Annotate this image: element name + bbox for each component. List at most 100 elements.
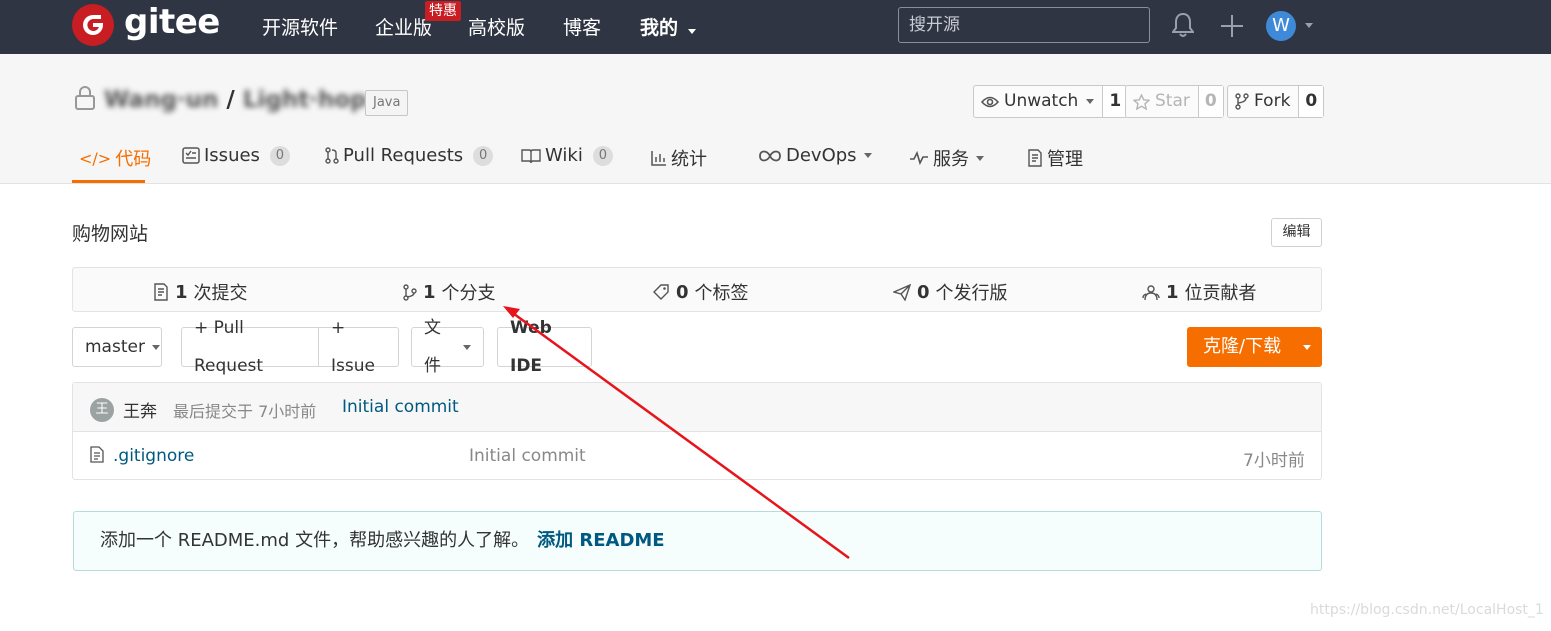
chevron-down-icon[interactable] bbox=[1305, 23, 1313, 28]
tab-pull-requests-count: 0 bbox=[473, 145, 494, 166]
fork-count[interactable]: 0 bbox=[1298, 86, 1324, 117]
tab-manage-label: 管理 bbox=[1047, 149, 1083, 170]
commit-message-link[interactable]: Initial commit bbox=[342, 397, 459, 417]
watch-label: Unwatch bbox=[1004, 91, 1079, 111]
gitee-logo-icon[interactable] bbox=[72, 4, 114, 46]
clone-download-label: 克隆/下载 bbox=[1203, 336, 1282, 357]
chevron-down-icon bbox=[1302, 344, 1311, 350]
nav-blog[interactable]: 博客 bbox=[563, 13, 601, 40]
file-menu-label: 文件 bbox=[424, 318, 441, 376]
tab-devops[interactable]: DevOps bbox=[758, 145, 872, 166]
star-label: Star bbox=[1155, 91, 1190, 111]
stat-commits[interactable]: 1 次提交 bbox=[153, 279, 248, 305]
web-ide-button[interactable]: Web IDE bbox=[497, 318, 592, 376]
tag-icon bbox=[653, 283, 669, 300]
plus-icon[interactable] bbox=[1220, 14, 1244, 42]
pull-request-icon bbox=[325, 147, 339, 164]
repo-name[interactable]: Light·hop bbox=[243, 87, 367, 113]
tab-issues-label: Issues bbox=[204, 145, 260, 166]
clone-download-button[interactable]: 克隆/下载 bbox=[1187, 327, 1322, 367]
stat-commits-label: 次提交 bbox=[193, 283, 248, 304]
promo-badge: 特惠 bbox=[425, 1, 461, 21]
add-readme-link[interactable]: 添加 README bbox=[537, 530, 665, 551]
bell-icon[interactable] bbox=[1171, 12, 1195, 42]
branch-selector[interactable]: master bbox=[72, 327, 162, 367]
commit-author[interactable]: 王奔 bbox=[123, 397, 157, 422]
nav-education[interactable]: 高校版 bbox=[468, 13, 525, 40]
watch-count[interactable]: 1 bbox=[1102, 86, 1128, 117]
fork-button[interactable]: Fork 0 bbox=[1227, 85, 1325, 118]
watermark: https://blog.csdn.net/LocalHost_1 bbox=[1310, 602, 1544, 618]
tab-manage[interactable]: 管理 bbox=[1027, 145, 1083, 171]
tab-devops-label: DevOps bbox=[786, 145, 857, 166]
chevron-down-icon bbox=[863, 153, 872, 158]
tab-pull-requests[interactable]: Pull Requests 0 bbox=[325, 145, 494, 166]
last-commit-row: 王 王奔 最后提交于 7小时前 Initial commit bbox=[73, 383, 1321, 432]
stat-contributors[interactable]: 1 位贡献者 bbox=[1142, 279, 1257, 305]
file-menu-button[interactable]: 文件 bbox=[411, 318, 484, 376]
file-updated-time: 7小时前 bbox=[1243, 451, 1305, 471]
tab-services[interactable]: 服务 bbox=[909, 145, 984, 171]
nav-mine-label: 我的 bbox=[640, 17, 679, 39]
chevron-down-icon bbox=[151, 344, 160, 350]
infinity-icon bbox=[759, 150, 781, 161]
nav-mine[interactable]: 我的 bbox=[640, 13, 696, 40]
users-icon bbox=[1142, 284, 1160, 300]
logo-text[interactable]: gitee bbox=[124, 2, 220, 42]
commit-list-icon bbox=[154, 283, 168, 301]
lock-icon bbox=[74, 85, 96, 115]
edit-description-button[interactable]: 编辑 bbox=[1271, 218, 1322, 247]
tab-stats[interactable]: 统计 bbox=[651, 145, 707, 171]
repo-owner[interactable]: Wang·un bbox=[104, 87, 218, 113]
new-issue-button[interactable]: + Issue bbox=[318, 318, 399, 376]
nav-open-source[interactable]: 开源软件 bbox=[262, 13, 338, 40]
code-icon: </> bbox=[79, 148, 112, 168]
stat-releases-count: 0 bbox=[917, 281, 930, 303]
file-icon bbox=[90, 446, 104, 463]
language-badge[interactable]: Java bbox=[365, 90, 409, 116]
tab-pull-requests-label: Pull Requests bbox=[343, 145, 464, 166]
branch-selector-label: master bbox=[85, 337, 145, 357]
file-table: 王 王奔 最后提交于 7小时前 Initial commit .gitignor… bbox=[72, 382, 1322, 480]
search-input[interactable] bbox=[898, 7, 1150, 43]
tab-code[interactable]: </> 代码 bbox=[79, 145, 151, 171]
stat-tags[interactable]: 0 个标签 bbox=[653, 279, 749, 305]
stat-branches[interactable]: 1 个分支 bbox=[403, 279, 496, 305]
stat-contributors-label: 位贡献者 bbox=[1184, 283, 1257, 304]
chevron-down-icon bbox=[976, 155, 984, 161]
stat-releases[interactable]: 0 个发行版 bbox=[893, 279, 1008, 305]
tab-issues-count: 0 bbox=[269, 145, 290, 166]
user-avatar[interactable]: W bbox=[1266, 11, 1296, 41]
star-count[interactable]: 0 bbox=[1197, 86, 1223, 117]
committer-avatar[interactable]: 王 bbox=[90, 398, 114, 422]
nav-enterprise[interactable]: 企业版 bbox=[375, 13, 432, 40]
tab-wiki-label: Wiki bbox=[545, 145, 583, 166]
paper-plane-icon bbox=[893, 283, 911, 301]
bar-chart-icon bbox=[651, 151, 666, 166]
stat-tags-label: 个标签 bbox=[694, 283, 749, 304]
path-separator: / bbox=[226, 87, 243, 113]
readme-tip-text: 添加一个 README.md 文件，帮助感兴趣的人了解。 bbox=[100, 530, 530, 551]
file-commit-message[interactable]: Initial commit bbox=[469, 446, 586, 466]
stat-branches-label: 个分支 bbox=[441, 283, 496, 304]
readme-tip: 添加一个 README.md 文件，帮助感兴趣的人了解。 添加 README bbox=[73, 511, 1322, 571]
tab-wiki-count: 0 bbox=[592, 145, 613, 166]
tab-issues[interactable]: Issues 0 bbox=[182, 145, 290, 166]
file-name-link[interactable]: .gitignore bbox=[113, 446, 194, 466]
repo-title[interactable]: Wang·un / Light·hop bbox=[104, 87, 367, 113]
star-button[interactable]: Star 0 bbox=[1125, 85, 1224, 118]
chevron-down-icon bbox=[463, 344, 471, 350]
chevron-down-icon bbox=[1086, 99, 1095, 104]
star-icon bbox=[1133, 93, 1150, 110]
repo-description: 购物网站 bbox=[72, 223, 149, 245]
new-pull-request-button[interactable]: + Pull Request bbox=[181, 318, 319, 376]
tab-stats-label: 统计 bbox=[671, 149, 707, 170]
tab-wiki[interactable]: Wiki 0 bbox=[521, 145, 613, 166]
active-tab-indicator bbox=[72, 180, 145, 183]
stat-branches-count: 1 bbox=[423, 281, 436, 303]
chevron-down-icon bbox=[687, 29, 696, 34]
repo-stats-bar: 1 次提交 1 个分支 0 个标签 0 个发行版 1 位贡献者 bbox=[72, 267, 1322, 312]
watch-button[interactable]: Unwatch 1 bbox=[973, 85, 1129, 118]
pulse-icon bbox=[910, 151, 928, 165]
top-navbar: gitee 开源软件 企业版 特惠 高校版 博客 我的 W bbox=[0, 0, 1551, 54]
